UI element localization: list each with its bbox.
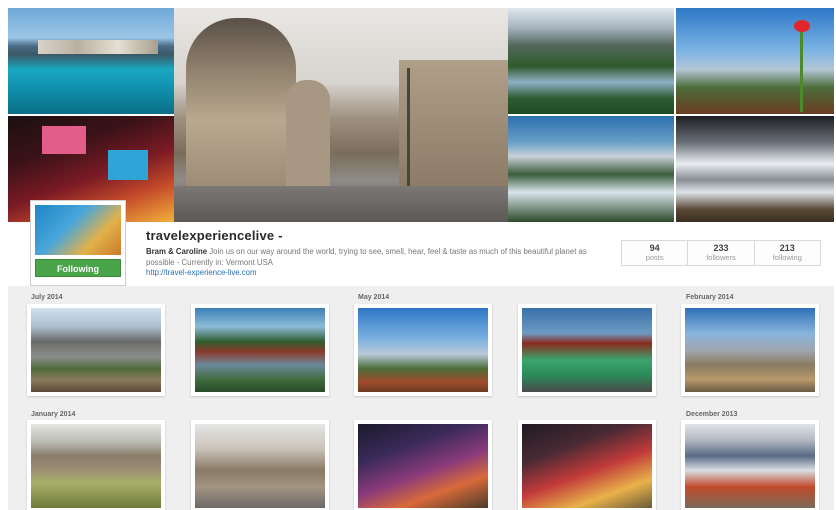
avatar-image bbox=[35, 205, 121, 255]
photo-thumbnail[interactable] bbox=[27, 304, 165, 396]
photo-grid: July 2014 May 2014 February 2014 January… bbox=[8, 286, 834, 510]
photo-thumbnail[interactable] bbox=[681, 420, 819, 510]
photo-building-facade bbox=[399, 60, 508, 190]
photo-image bbox=[358, 424, 488, 508]
stat-following-label: following bbox=[772, 253, 802, 262]
photo-building-dome bbox=[186, 18, 296, 188]
photo-thumbnail[interactable] bbox=[354, 420, 492, 510]
header-photo-river-rapids[interactable] bbox=[508, 116, 674, 222]
profile-username: travelexperiencelive - bbox=[146, 228, 283, 243]
photo-thumbnail[interactable] bbox=[27, 420, 165, 510]
photo-image bbox=[31, 424, 161, 508]
stat-posts[interactable]: 94 posts bbox=[622, 241, 689, 265]
header-photo-coast-waves[interactable] bbox=[676, 116, 834, 222]
stat-posts-label: posts bbox=[645, 253, 664, 262]
photo-image bbox=[31, 308, 161, 392]
photo-thumbnail[interactable] bbox=[681, 304, 819, 396]
stat-followers[interactable]: 233 followers bbox=[688, 241, 755, 265]
month-label: February 2014 bbox=[686, 294, 734, 301]
header-photo-tulips-castle[interactable] bbox=[676, 8, 834, 114]
photo-thumbnail[interactable] bbox=[191, 304, 329, 396]
month-label: December 2013 bbox=[686, 411, 738, 418]
photo-thumbnail[interactable] bbox=[518, 304, 656, 396]
photo-thumbnail[interactable] bbox=[518, 420, 656, 510]
bio-text: Join us on our way around the world, try… bbox=[146, 247, 587, 267]
profile-stats: 94 posts 233 followers 213 following bbox=[621, 240, 821, 266]
photo-image bbox=[685, 424, 815, 508]
stat-following[interactable]: 213 following bbox=[755, 241, 820, 265]
photo-image bbox=[522, 424, 652, 508]
photo-image bbox=[358, 308, 488, 392]
stat-following-count: 213 bbox=[779, 243, 795, 253]
photo-thumbnail[interactable] bbox=[191, 420, 329, 510]
profile-bio: Bram & Caroline Join us on our way aroun… bbox=[146, 246, 594, 268]
profile-header: Following travelexperiencelive - Bram & … bbox=[8, 200, 834, 286]
month-label: July 2014 bbox=[31, 294, 63, 301]
photo-road bbox=[174, 186, 508, 222]
month-label: May 2014 bbox=[358, 294, 390, 301]
header-photo-madrid-street[interactable] bbox=[174, 8, 508, 222]
photo-image bbox=[195, 424, 325, 508]
profile-website-link[interactable]: http://travel-experience-live.com bbox=[146, 268, 257, 277]
header-photo-lake-town[interactable] bbox=[8, 8, 174, 114]
month-label: January 2014 bbox=[31, 411, 76, 418]
header-mosaic bbox=[8, 8, 834, 222]
photo-thumbnail[interactable] bbox=[354, 304, 492, 396]
photo-image bbox=[685, 308, 815, 392]
stat-followers-count: 233 bbox=[713, 243, 729, 253]
photo-image bbox=[195, 308, 325, 392]
photo-building-tower bbox=[286, 80, 330, 188]
stat-posts-count: 94 bbox=[649, 243, 660, 253]
stat-followers-label: followers bbox=[706, 253, 736, 262]
avatar[interactable]: Following bbox=[30, 200, 126, 286]
photo-street-pole bbox=[407, 68, 410, 193]
photo-image bbox=[522, 308, 652, 392]
header-photo-fjord[interactable] bbox=[508, 8, 674, 114]
following-button[interactable]: Following bbox=[35, 259, 121, 277]
bio-author: Bram & Caroline bbox=[146, 247, 208, 256]
